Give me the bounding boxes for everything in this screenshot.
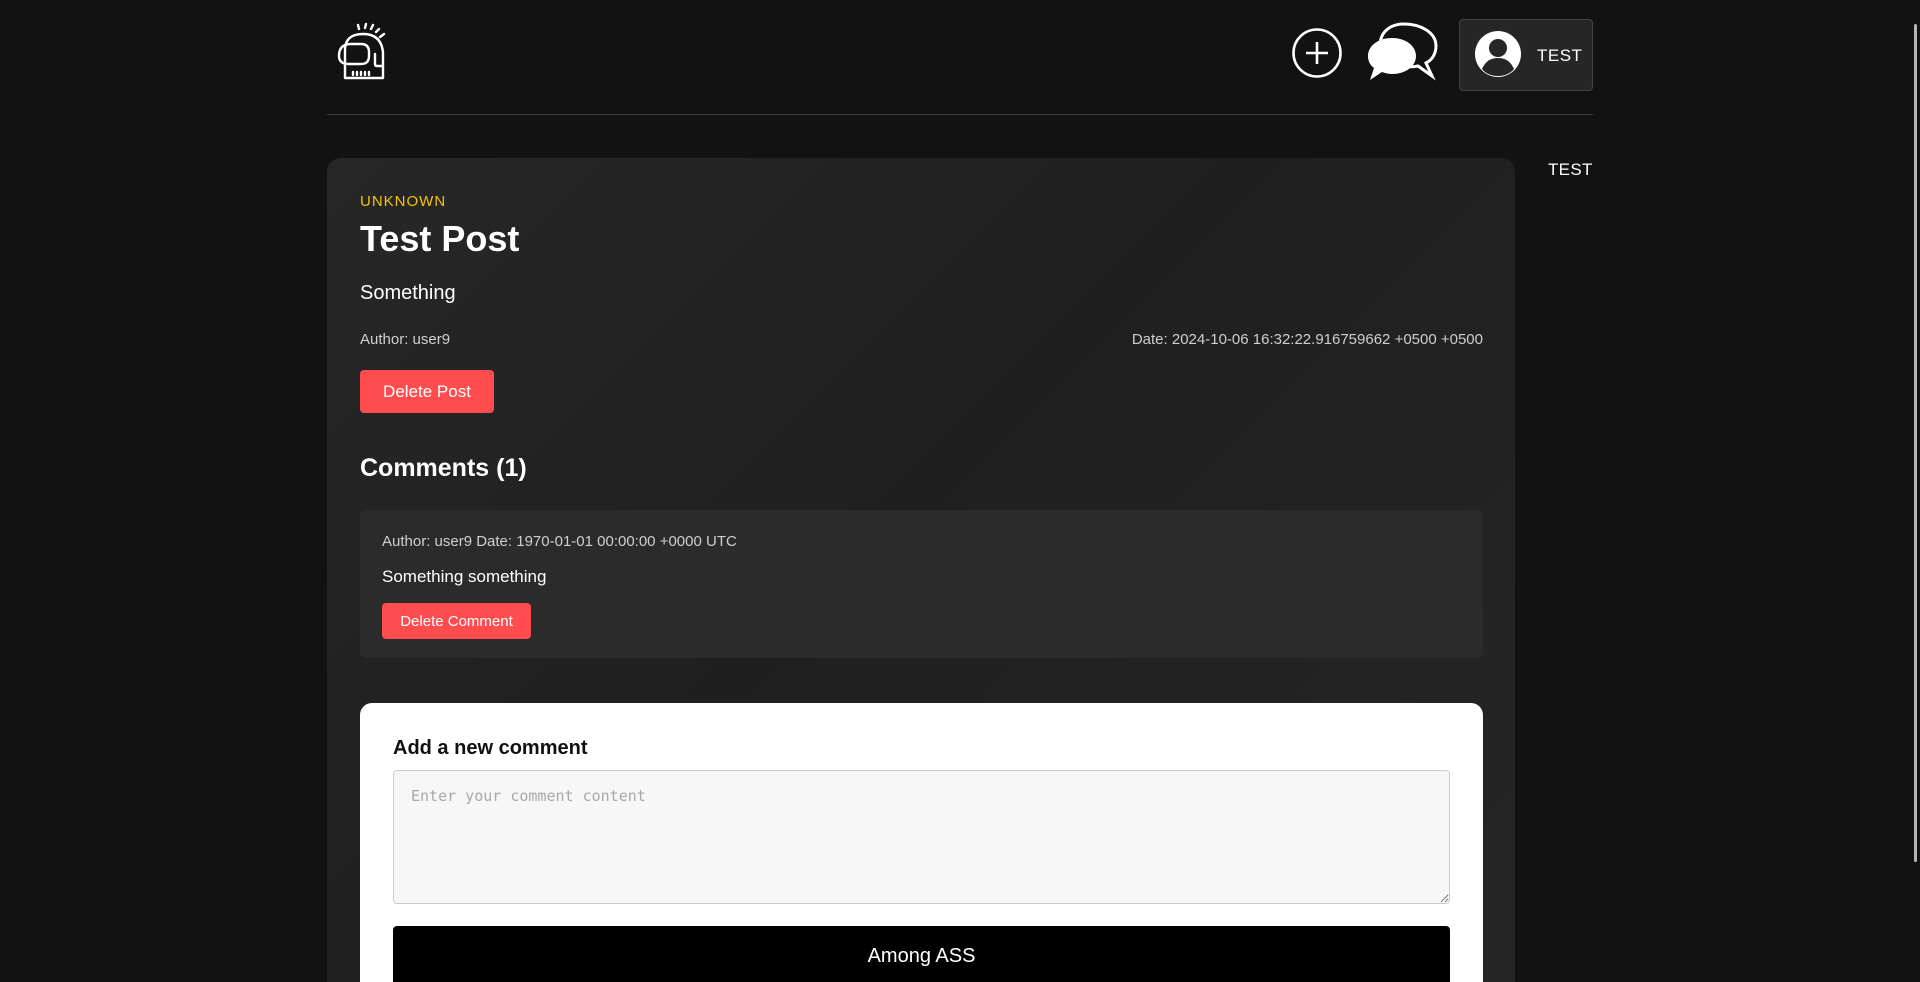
- comment-item: Author: user9 Date: 1970-01-01 00:00:00 …: [360, 510, 1483, 658]
- submit-comment-button[interactable]: Among ASS: [393, 926, 1450, 982]
- new-comment-form: Add a new comment Among ASS: [360, 703, 1483, 982]
- plus-circle-icon: [1292, 28, 1342, 78]
- new-comment-heading: Add a new comment: [393, 737, 588, 759]
- page: TEST TEST UNKNOWN Test Post Something Au…: [0, 0, 1920, 982]
- chat-bubbles-icon: [1368, 22, 1438, 81]
- user-avatar-icon: [1475, 31, 1521, 77]
- comment-text: Something something: [382, 567, 547, 586]
- comment-content-input[interactable]: [393, 770, 1450, 904]
- post-title: Test Post: [360, 218, 520, 259]
- profile-label: TEST: [1537, 46, 1583, 65]
- delete-post-button[interactable]: Delete Post: [360, 370, 494, 413]
- post-body: Something: [360, 282, 456, 304]
- post-category: UNKNOWN: [360, 193, 447, 210]
- site-header: TEST: [327, 0, 1593, 115]
- post-card: UNKNOWN Test Post Something Author: user…: [327, 158, 1515, 982]
- comments-heading: Comments (1): [360, 454, 527, 482]
- chat-button[interactable]: [1366, 20, 1440, 84]
- add-post-button[interactable]: [1291, 27, 1343, 79]
- comment-meta: Author: user9 Date: 1970-01-01 00:00:00 …: [382, 533, 737, 550]
- delete-comment-button[interactable]: Delete Comment: [382, 603, 531, 639]
- helmet-logo-icon[interactable]: [335, 22, 393, 82]
- page-scrollbar[interactable]: [1914, 0, 1920, 982]
- sidebar-username[interactable]: TEST: [1548, 160, 1593, 180]
- scrollbar-thumb[interactable]: [1914, 24, 1917, 862]
- profile-button[interactable]: TEST: [1459, 19, 1593, 91]
- post-author: Author: user9: [360, 331, 451, 348]
- post-date: Date: 2024-10-06 16:32:22.916759662 +050…: [1131, 331, 1483, 348]
